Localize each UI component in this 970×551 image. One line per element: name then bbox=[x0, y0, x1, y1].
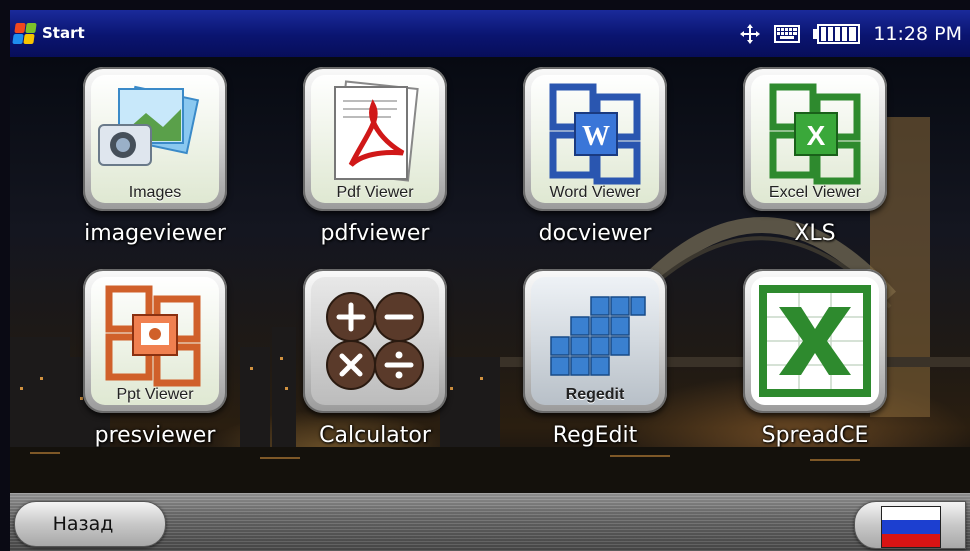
svg-text:W: W bbox=[582, 121, 610, 152]
tile-caption: Word Viewer bbox=[549, 184, 641, 201]
app-label: presviewer bbox=[94, 423, 216, 448]
images-tile[interactable]: Images bbox=[83, 67, 227, 211]
windows-logo-icon bbox=[12, 21, 37, 45]
tile-caption: Pdf Viewer bbox=[336, 184, 414, 201]
spreadsheet-icon bbox=[759, 285, 871, 397]
bottom-bar: Назад bbox=[10, 493, 970, 551]
app-xls[interactable]: X Excel Viewer XLS bbox=[720, 67, 910, 246]
app-pdfviewer[interactable]: Pdf Viewer pdfviewer bbox=[280, 67, 470, 246]
russia-flag-icon bbox=[881, 506, 941, 548]
back-button-label: Назад bbox=[52, 513, 114, 535]
regedit-tile[interactable]: Regedit bbox=[523, 269, 667, 413]
app-label: docviewer bbox=[538, 221, 652, 246]
tile-caption: Regedit bbox=[565, 386, 625, 403]
pdf-tile[interactable]: Pdf Viewer bbox=[303, 67, 447, 211]
device-screen: Start 11:28 PM Images imageviewer Pdf Vi… bbox=[10, 10, 970, 551]
keyboard-icon[interactable] bbox=[773, 23, 801, 45]
app-imageviewer[interactable]: Images imageviewer bbox=[60, 67, 250, 246]
clock[interactable]: 11:28 PM bbox=[873, 23, 962, 45]
excel-tile[interactable]: X Excel Viewer bbox=[743, 67, 887, 211]
app-label: XLS bbox=[794, 221, 836, 246]
tile-caption: Ppt Viewer bbox=[116, 386, 194, 403]
tile-caption: Excel Viewer bbox=[768, 184, 862, 201]
app-calculator[interactable]: Calculator bbox=[280, 269, 470, 448]
app-label: pdfviewer bbox=[320, 221, 430, 246]
app-label: imageviewer bbox=[84, 221, 226, 246]
calculator-tile[interactable] bbox=[303, 269, 447, 413]
tile-caption: Images bbox=[128, 184, 182, 201]
svg-text:X: X bbox=[807, 120, 826, 151]
system-tray: 11:28 PM bbox=[739, 10, 962, 57]
back-button[interactable]: Назад bbox=[14, 501, 166, 547]
word-tile[interactable]: W Word Viewer bbox=[523, 67, 667, 211]
app-presviewer[interactable]: Ppt Viewer presviewer bbox=[60, 269, 250, 448]
app-spreadce[interactable]: SpreadCE bbox=[720, 269, 910, 448]
battery-icon[interactable] bbox=[813, 22, 861, 46]
start-button[interactable]: Start bbox=[12, 18, 85, 48]
app-label: RegEdit bbox=[552, 423, 638, 448]
start-label: Start bbox=[42, 24, 85, 42]
desktop: Images imageviewer Pdf Viewer pdfviewer bbox=[10, 57, 970, 493]
powerpoint-tile[interactable]: Ppt Viewer bbox=[83, 269, 227, 413]
calculator-icon bbox=[326, 292, 424, 390]
taskbar: Start 11:28 PM bbox=[10, 10, 970, 57]
spreadsheet-tile[interactable] bbox=[743, 269, 887, 413]
connectivity-icon[interactable] bbox=[739, 23, 761, 45]
app-docviewer[interactable]: W Word Viewer docviewer bbox=[500, 67, 690, 246]
app-label: Calculator bbox=[319, 423, 431, 448]
app-regedit[interactable]: Regedit RegEdit bbox=[500, 269, 690, 448]
app-label: SpreadCE bbox=[761, 423, 869, 448]
language-button[interactable] bbox=[854, 501, 966, 549]
